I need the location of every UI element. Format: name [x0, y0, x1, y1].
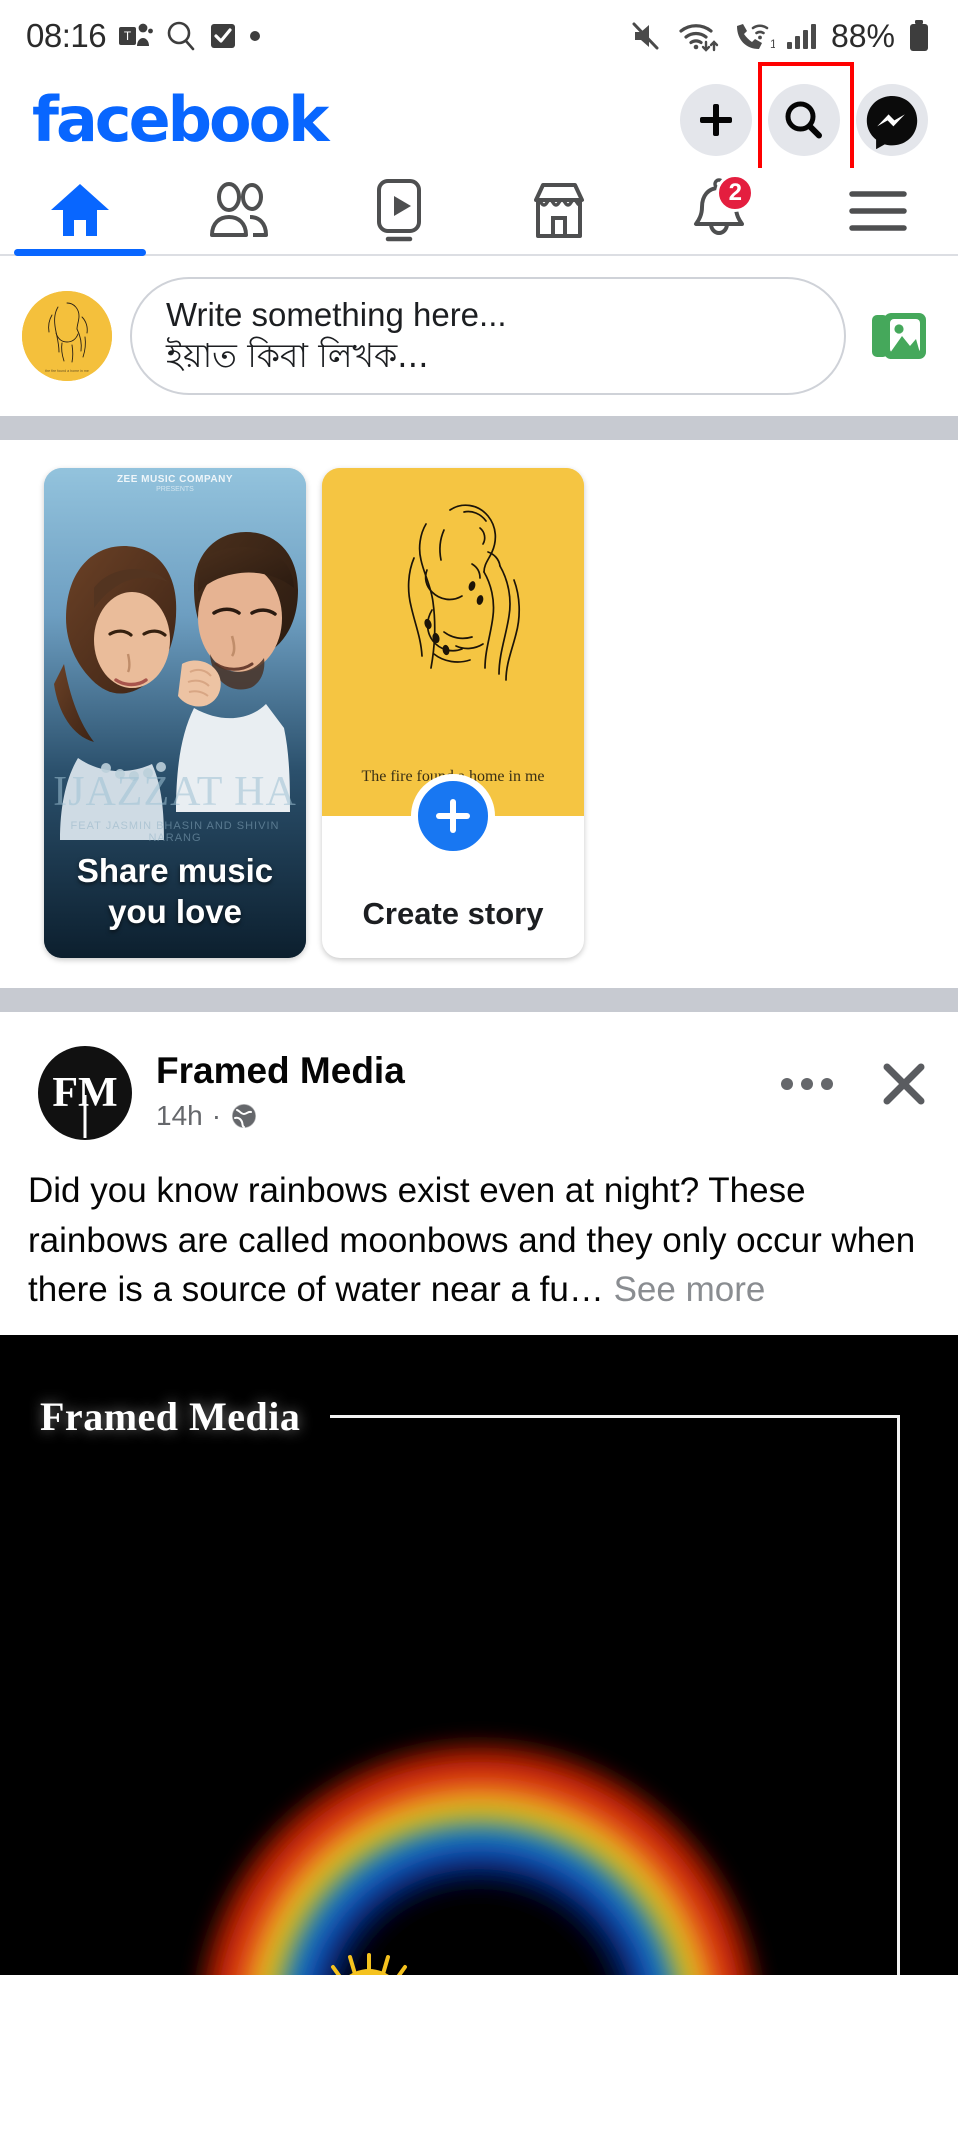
- plus-icon: [700, 104, 732, 136]
- nav-tabs: 2: [0, 168, 958, 256]
- search-glass-icon: [167, 21, 195, 51]
- sidebar-item-home[interactable]: [0, 168, 160, 256]
- composer-placeholder-line2: ইয়াত কিবা লিখক...: [166, 336, 429, 376]
- messenger-icon: [866, 96, 918, 149]
- post-composer: the fire found a home in me Write someth…: [0, 256, 958, 416]
- post-meta: Framed Media 14h ·: [156, 1046, 405, 1132]
- see-more-link[interactable]: See more: [614, 1270, 766, 1309]
- photo-gallery-icon: [872, 313, 926, 359]
- home-icon: [50, 184, 109, 236]
- create-story-plus-button[interactable]: [411, 774, 495, 858]
- watermark-rule-horizontal: [330, 1415, 900, 1419]
- facebook-logo[interactable]: facebook: [32, 89, 329, 151]
- status-bar-left: 08:16 T: [26, 17, 261, 55]
- checkbox-icon: [211, 24, 236, 48]
- active-tab-underline: [14, 249, 146, 256]
- facebook-mobile-screen: 08:16 T 1 88% facebook 2 the fire found …: [0, 0, 958, 2129]
- post-separator: ·: [211, 1099, 222, 1131]
- story-studio-sub: PRESENTS: [156, 486, 194, 493]
- close-icon[interactable]: [880, 1060, 928, 1108]
- create-button[interactable]: [680, 84, 752, 156]
- post-body-text: Did you know rainbows exist even at nigh…: [28, 1171, 916, 1310]
- notifications-badge: 2: [716, 174, 755, 212]
- story-studio-label: ZEE MUSIC COMPANY: [116, 474, 234, 485]
- mute-icon: [632, 22, 659, 50]
- battery-percent: 88%: [830, 17, 895, 54]
- create-story-lineart-icon: [322, 468, 584, 816]
- marketplace-icon: [533, 183, 584, 238]
- sidebar-item-notifications[interactable]: 2: [639, 168, 799, 254]
- post-subline: 14h ·: [156, 1100, 405, 1132]
- wifi-icon: [679, 24, 719, 52]
- search-input[interactable]: Write something here... ইয়াত কিবা লিখক.…: [130, 277, 846, 395]
- hamburger-menu-icon: [849, 191, 907, 231]
- sim-label: 1: [770, 37, 775, 51]
- page-avatar[interactable]: FM: [38, 1046, 132, 1140]
- photo-gallery-button[interactable]: [864, 301, 934, 371]
- avatar-lineart-icon: the fire found a home in me: [22, 291, 112, 381]
- watermark-rule-vertical: [897, 1415, 900, 1976]
- composer-placeholder-line1: Write something here...: [166, 295, 507, 333]
- status-bar-right: 1 88%: [631, 18, 932, 55]
- battery-icon: [910, 20, 928, 51]
- story-card-music[interactable]: ZEE MUSIC COMPANY PRESENTS IJAZZAT HA FE…: [44, 468, 306, 958]
- post-body: Did you know rainbows exist even at nigh…: [0, 1140, 958, 1335]
- sidebar-item-marketplace[interactable]: [479, 168, 639, 254]
- post-image-watermark: Framed Media: [40, 1394, 301, 1440]
- post-header-actions: [780, 1046, 928, 1108]
- globe-public-icon: [231, 1102, 257, 1129]
- create-story-artwork-area: [322, 468, 584, 816]
- page-name[interactable]: Framed Media: [156, 1050, 405, 1093]
- app-header: facebook: [0, 62, 958, 172]
- stories-tray: ZEE MUSIC COMPANY PRESENTS IJAZZAT HA FE…: [0, 440, 958, 988]
- dot-indicator-icon: [250, 31, 261, 41]
- story-poster-title: IJAZZAT HA: [53, 769, 297, 815]
- moonbow-rainbow-graphic: [119, 1485, 839, 1976]
- post-image[interactable]: Framed Media: [0, 1335, 958, 1976]
- signal-bars-icon: [786, 24, 816, 49]
- more-options-icon[interactable]: [780, 1074, 834, 1094]
- story-card-create[interactable]: The fire found a home in me Create story: [322, 468, 584, 958]
- svg-text:T: T: [124, 29, 132, 43]
- friends-icon: [209, 182, 268, 237]
- avatar[interactable]: the fire found a home in me: [22, 291, 112, 381]
- rainbow-arc: [202, 1744, 756, 1976]
- status-time: 08:16: [26, 17, 107, 54]
- story-caption-music: Share music you love: [76, 851, 274, 930]
- status-bar: 08:16 T 1 88%: [0, 0, 958, 72]
- search-icon: [785, 101, 822, 139]
- sidebar-item-friends[interactable]: [160, 168, 320, 254]
- teams-icon: T: [119, 23, 153, 46]
- video-icon: [377, 179, 422, 242]
- sidebar-item-menu[interactable]: [798, 168, 958, 254]
- search-button[interactable]: [768, 84, 840, 156]
- search-button-wrapper: [758, 62, 854, 172]
- story-caption-create: Create story: [362, 896, 544, 931]
- messenger-button[interactable]: [856, 84, 928, 156]
- feed-post: FM Framed Media 14h · Did you know rainb…: [0, 1012, 958, 1976]
- svg-text:the fire found a home in me: the fire found a home in me: [45, 369, 89, 373]
- post-timestamp: 14h: [156, 1099, 203, 1131]
- call-wifi-icon: 1: [736, 24, 775, 51]
- plus-icon: [436, 799, 470, 833]
- section-divider: [0, 416, 958, 440]
- section-divider-2: [0, 988, 958, 1012]
- header-actions: [680, 62, 928, 172]
- story-poster-credits: FEAT JASMIN BHASIN AND SHIVIN NARANG: [70, 820, 280, 844]
- sidebar-item-video[interactable]: [319, 168, 479, 254]
- post-header: FM Framed Media 14h ·: [0, 1012, 958, 1140]
